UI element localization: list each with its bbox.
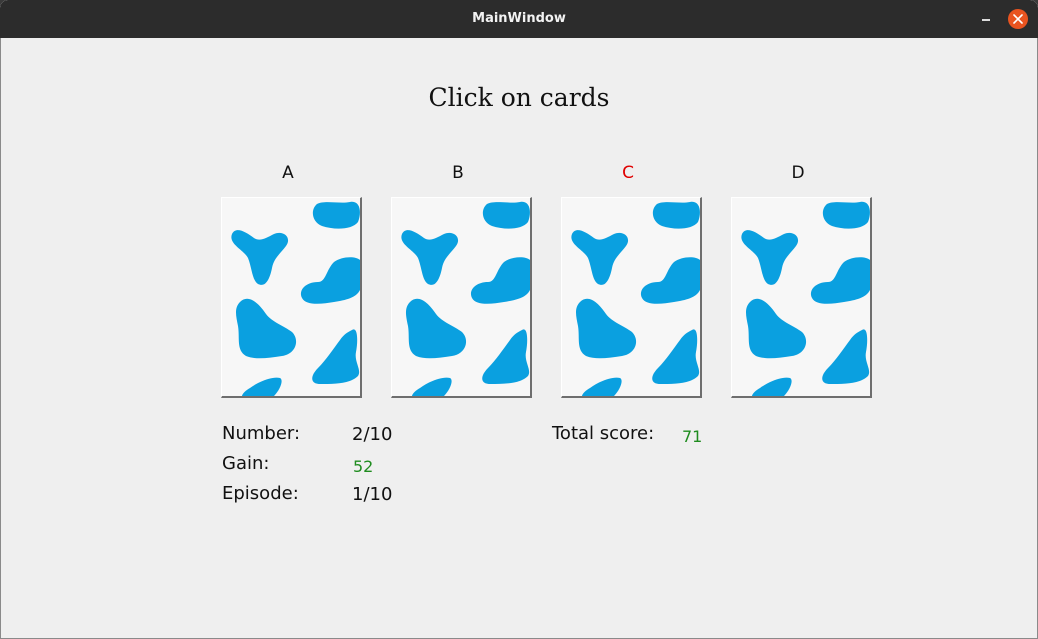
number-value: 2/10 [352,424,393,445]
window-title: MainWindow [472,11,566,26]
gain-value: 52 [353,457,374,476]
card-deck-c[interactable] [561,197,702,398]
gain-label: Gain: [222,453,270,474]
central-widget: Click on cards A B C D Number: 2/10 Gain… [0,38,1038,639]
card-back-pattern-icon [562,198,700,396]
episode-label: Episode: [222,483,299,504]
title-bar[interactable]: MainWindow [0,0,1038,38]
episode-value: 1/10 [352,484,393,505]
total-score-label: Total score: [552,423,655,444]
number-label: Number: [222,423,301,444]
deck-label-c: C [622,163,634,183]
close-icon[interactable] [1008,9,1028,29]
main-window: MainWindow Click on cards A B C D Number… [0,0,1038,639]
total-score-value: 71 [682,427,703,446]
page-title: Click on cards [428,83,610,112]
deck-label-b: B [452,163,464,183]
card-deck-b[interactable] [391,197,532,398]
card-deck-d[interactable] [731,197,872,398]
minimize-icon[interactable] [976,9,996,29]
card-back-pattern-icon [392,198,530,396]
card-back-pattern-icon [222,198,360,396]
deck-label-d: D [791,163,805,183]
card-deck-a[interactable] [221,197,362,398]
card-back-pattern-icon [732,198,870,396]
deck-label-a: A [282,163,294,183]
